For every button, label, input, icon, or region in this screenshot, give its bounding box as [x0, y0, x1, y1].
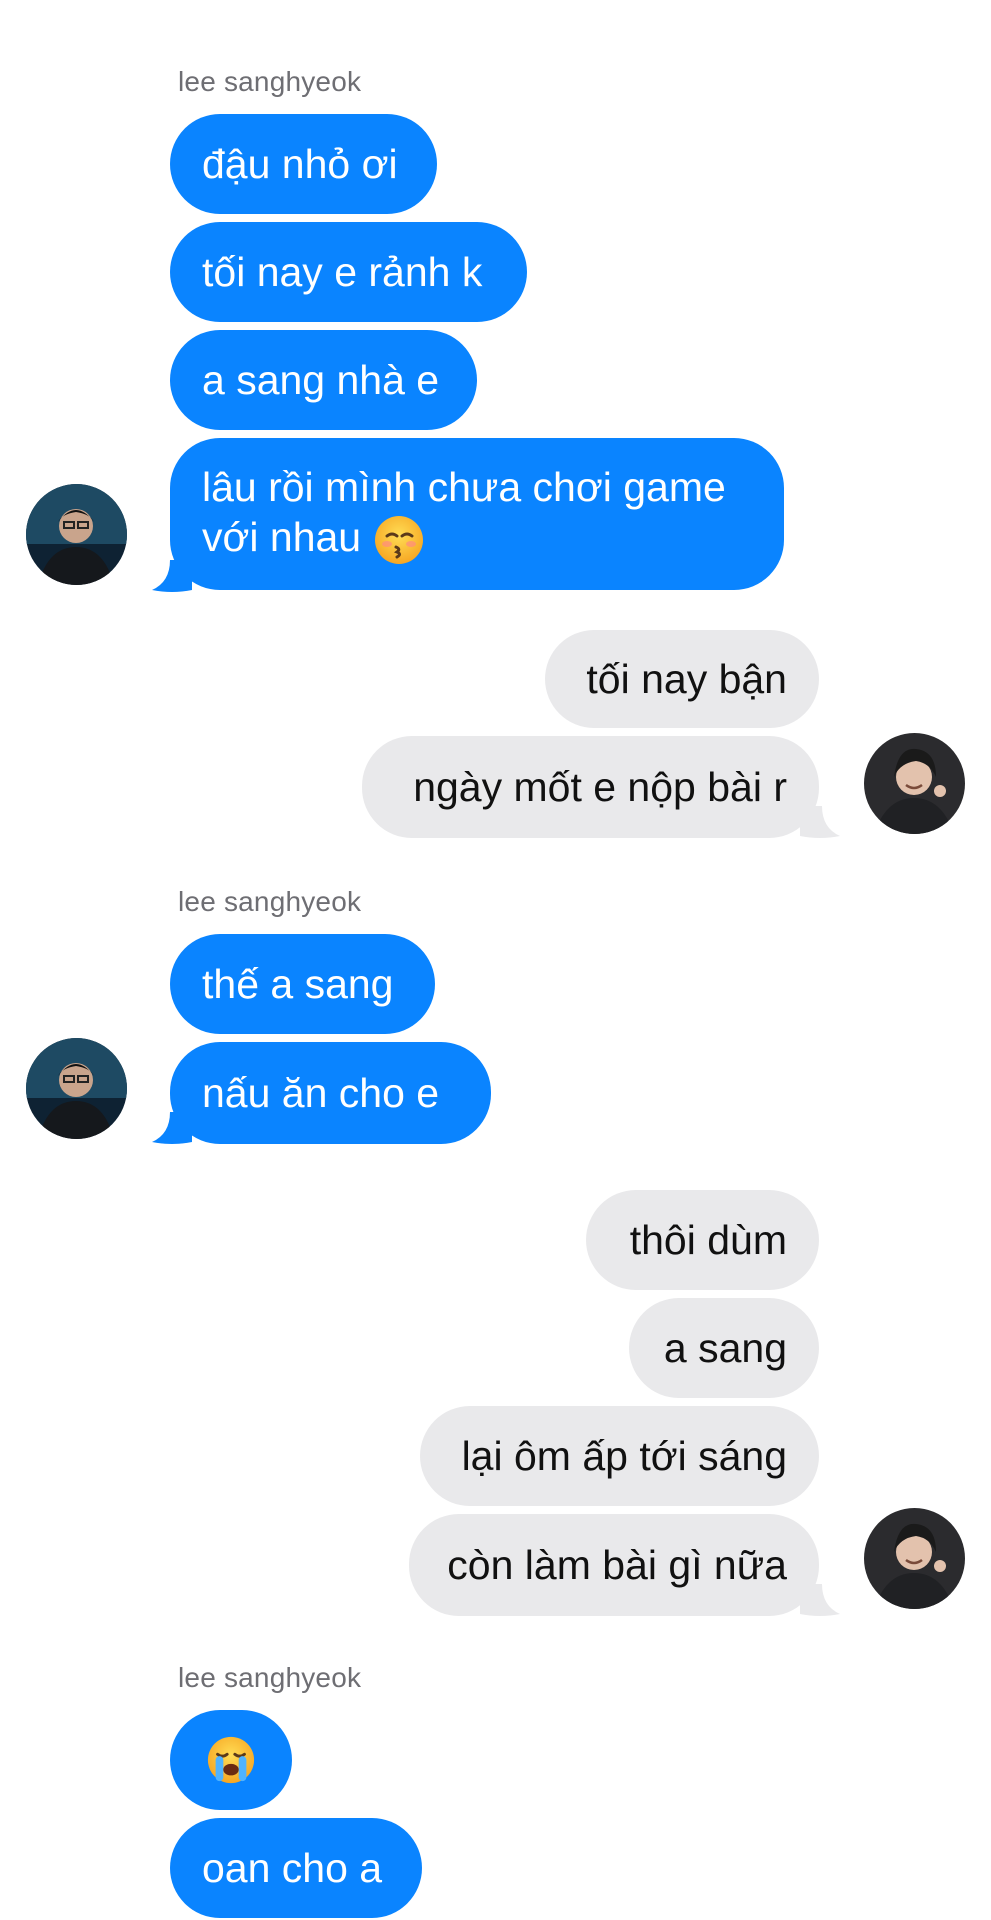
contact-avatar[interactable] [26, 1038, 127, 1139]
outgoing-message-bubble[interactable]: thôi dùm [586, 1190, 819, 1290]
message-text-wrapper: lâu rồi mình chưa chơi game với nhau [202, 462, 752, 566]
incoming-message-bubble[interactable]: đậu nhỏ ơi [170, 114, 437, 214]
message-text: còn làm bài gì nữa [447, 1542, 787, 1588]
message-text: nấu ăn cho e [202, 1070, 440, 1116]
loudly-crying-face-icon [207, 1736, 255, 1784]
sender-name: lee sanghyeok [178, 66, 362, 97]
outgoing-message-bubble[interactable]: lại ôm ấp tới sáng [420, 1406, 819, 1506]
person-photo-icon [864, 733, 965, 834]
message-text: lại ôm ấp tới sáng [461, 1433, 787, 1479]
message-text: a sang nhà e [202, 357, 440, 403]
outgoing-message-bubble[interactable]: ngày mốt e nộp bài r [362, 736, 819, 838]
incoming-message-bubble[interactable]: thế a sang [170, 934, 435, 1034]
kissing-face-icon [374, 516, 423, 565]
outgoing-message-bubble[interactable]: tối nay bận [545, 630, 819, 728]
incoming-message-bubble[interactable]: oan cho a [170, 1818, 422, 1918]
outgoing-message-bubble[interactable]: a sang [629, 1298, 819, 1398]
message-text: thôi dùm [629, 1217, 787, 1263]
user-avatar[interactable] [864, 1508, 965, 1609]
contact-avatar[interactable] [26, 484, 127, 585]
user-avatar[interactable] [864, 733, 965, 834]
message-text: oan cho a [202, 1845, 383, 1891]
sender-name: lee sanghyeok [178, 1662, 362, 1693]
person-photo-icon [26, 484, 127, 585]
message-text: tối nay bận [586, 656, 787, 702]
outgoing-message-bubble[interactable]: còn làm bài gì nữa [409, 1514, 819, 1616]
message-text: ngày mốt e nộp bài r [413, 764, 787, 810]
message-text: a sang [663, 1325, 787, 1371]
message-text: đậu nhỏ ơi [202, 141, 398, 187]
incoming-message-bubble[interactable]: lâu rồi mình chưa chơi game với nhau [170, 438, 784, 590]
incoming-message-bubble[interactable]: nấu ăn cho e [170, 1042, 491, 1144]
bubble-tail [152, 1112, 192, 1144]
incoming-message-bubble[interactable] [170, 1710, 292, 1810]
incoming-message-bubble[interactable]: a sang nhà e [170, 330, 477, 430]
sender-name: lee sanghyeok [178, 886, 362, 917]
bubble-tail [152, 560, 192, 592]
message-text: lâu rồi mình chưa chơi game với nhau [202, 463, 726, 560]
person-photo-icon [864, 1508, 965, 1609]
bubble-tail [800, 806, 840, 838]
person-photo-icon [26, 1038, 127, 1139]
incoming-message-bubble[interactable]: tối nay e rảnh k [170, 222, 527, 322]
bubble-tail [800, 1584, 840, 1616]
message-text: tối nay e rảnh k [202, 249, 483, 295]
message-text: thế a sang [202, 961, 394, 1007]
